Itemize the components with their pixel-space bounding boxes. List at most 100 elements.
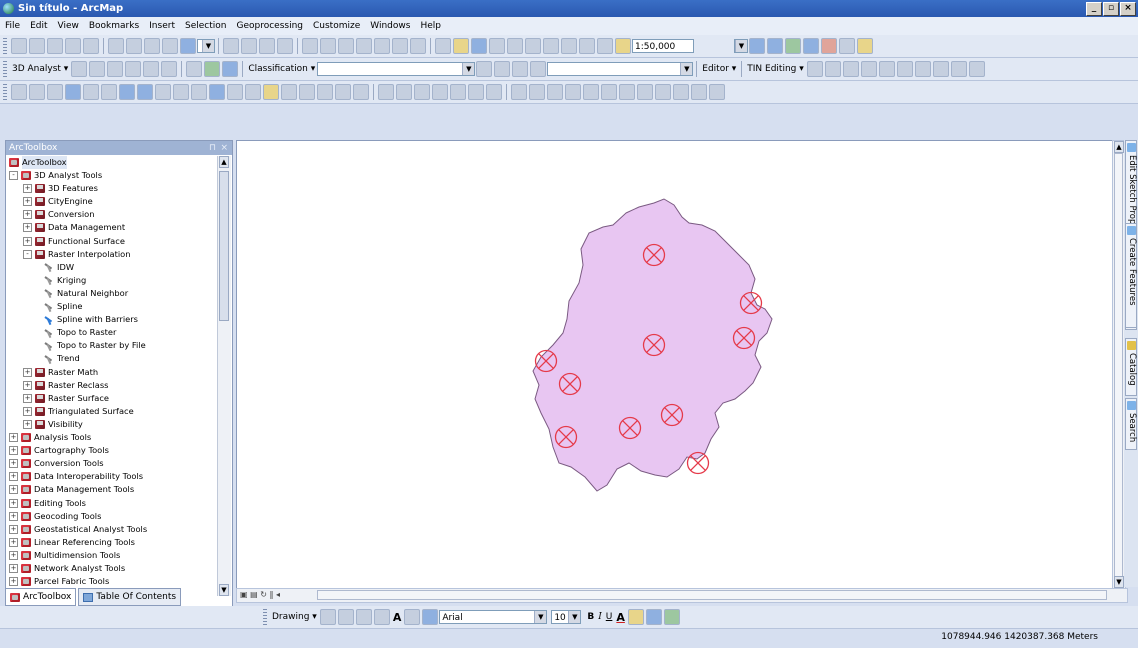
tab-arctoolbox[interactable]: ArcToolbox bbox=[5, 588, 77, 606]
tree-item[interactable]: Topo to Raster bbox=[44, 326, 116, 339]
collapse-icon[interactable]: - bbox=[9, 171, 18, 180]
menu-edit[interactable]: Edit bbox=[25, 17, 52, 35]
3d-tool-icon[interactable] bbox=[143, 61, 160, 77]
tree-root[interactable]: ArcToolbox bbox=[9, 156, 67, 169]
expand-icon[interactable]: + bbox=[9, 446, 18, 456]
hyperlink-icon[interactable] bbox=[227, 84, 243, 100]
tin-tool-icon[interactable] bbox=[950, 61, 967, 77]
arcglobe-icon[interactable] bbox=[222, 61, 239, 77]
scroll-down-icon[interactable]: ▼ bbox=[1114, 576, 1124, 588]
menu-help[interactable]: Help bbox=[415, 17, 446, 35]
expand-icon[interactable]: + bbox=[9, 433, 18, 442]
time-slider-icon[interactable] bbox=[335, 84, 351, 100]
classification-tool-icon[interactable] bbox=[512, 61, 529, 77]
tree-item[interactable]: + Cartography Tools bbox=[9, 444, 109, 457]
rectangle-icon[interactable] bbox=[373, 609, 390, 625]
toc-icon[interactable] bbox=[767, 38, 783, 54]
search-window-icon[interactable] bbox=[803, 38, 819, 54]
topology-icon[interactable] bbox=[691, 84, 707, 100]
marker-color-icon[interactable] bbox=[663, 609, 680, 625]
tree-item[interactable]: - 3D Analyst Tools bbox=[9, 169, 102, 182]
tree-item[interactable]: Kriging bbox=[44, 274, 86, 287]
scale-dropdown[interactable]: ▼ bbox=[734, 39, 748, 53]
pin-icon[interactable]: ⊓ bbox=[206, 141, 216, 155]
classification-tool-icon[interactable] bbox=[530, 61, 547, 77]
tin-editing-dropdown[interactable]: TIN Editing ▾ bbox=[745, 64, 805, 74]
model-builder-icon[interactable] bbox=[857, 38, 873, 54]
tree-item[interactable]: + Triangulated Surface bbox=[23, 405, 134, 418]
python-icon[interactable] bbox=[839, 38, 855, 54]
edit-tool-icon[interactable] bbox=[356, 38, 372, 54]
close-panel-icon[interactable]: × bbox=[217, 141, 228, 155]
georef-tool-icon[interactable] bbox=[11, 38, 27, 54]
minimize-button[interactable]: _ bbox=[1086, 2, 1102, 16]
georef-tool-icon[interactable] bbox=[65, 38, 81, 54]
toolbar-grip[interactable] bbox=[3, 84, 7, 100]
edit-tool-icon[interactable] bbox=[338, 38, 354, 54]
find-icon[interactable] bbox=[281, 84, 297, 100]
spatial-adjust-icon[interactable] bbox=[450, 84, 466, 100]
3d-tool-icon[interactable] bbox=[89, 61, 106, 77]
tab-table-of-contents[interactable]: Table Of Contents bbox=[78, 588, 182, 606]
menu-windows[interactable]: Windows bbox=[365, 17, 415, 35]
save-icon[interactable] bbox=[471, 38, 487, 54]
view-switcher-icons[interactable]: ▣ ▤ ↻ ‖ ◂ bbox=[240, 590, 280, 599]
classification-layer-combo[interactable]: ▼ bbox=[317, 62, 476, 76]
font-color-icon[interactable]: A bbox=[614, 611, 627, 624]
layer-combo[interactable]: ▼ bbox=[197, 39, 215, 53]
identify-icon[interactable] bbox=[209, 84, 225, 100]
tree-item[interactable]: + Data Management Tools bbox=[9, 483, 134, 496]
expand-icon[interactable]: + bbox=[9, 459, 18, 469]
3d-tool-icon[interactable] bbox=[71, 61, 88, 77]
scroll-thumb[interactable] bbox=[1114, 153, 1123, 578]
tree-item[interactable]: + Visibility bbox=[23, 418, 83, 431]
menu-customize[interactable]: Customize bbox=[308, 17, 365, 35]
menu-insert[interactable]: Insert bbox=[144, 17, 180, 35]
layout-icon[interactable] bbox=[277, 38, 293, 54]
tree-item[interactable]: Trend bbox=[44, 352, 80, 365]
go-to-xy-icon[interactable] bbox=[317, 84, 333, 100]
edit-tool-icon[interactable] bbox=[374, 38, 390, 54]
tree-item[interactable]: Spline bbox=[44, 300, 83, 313]
scroll-up-icon[interactable]: ▲ bbox=[1114, 141, 1124, 153]
scale-combo[interactable]: 1:50,000 bbox=[632, 39, 694, 53]
tree-item[interactable]: + Conversion bbox=[23, 208, 95, 221]
expand-icon[interactable]: + bbox=[9, 511, 18, 521]
spatial-adjust-icon[interactable] bbox=[396, 84, 412, 100]
expand-icon[interactable]: + bbox=[9, 564, 18, 573]
fixed-zoom-out-icon[interactable] bbox=[101, 84, 117, 100]
arctoolbox-icon[interactable] bbox=[821, 38, 837, 54]
tin-tool-icon[interactable] bbox=[968, 61, 985, 77]
classification-dropdown[interactable]: Classification ▾ bbox=[246, 64, 317, 74]
edit-tool-icon[interactable] bbox=[302, 38, 318, 54]
classification-tool-icon[interactable] bbox=[476, 61, 493, 77]
expand-icon[interactable]: + bbox=[9, 485, 18, 495]
3d-tool-icon[interactable] bbox=[125, 61, 142, 77]
spatial-adjust-icon[interactable] bbox=[432, 84, 448, 100]
tree-item[interactable]: + Linear Referencing Tools bbox=[9, 536, 135, 549]
edit-tool-icon[interactable] bbox=[320, 38, 336, 54]
editor-dropdown[interactable]: Editor ▾ bbox=[700, 64, 738, 74]
toolbar-grip[interactable] bbox=[3, 38, 7, 54]
profile-graph-icon[interactable] bbox=[186, 61, 203, 77]
menu-bookmarks[interactable]: Bookmarks bbox=[84, 17, 144, 35]
scroll-thumb[interactable] bbox=[317, 590, 1107, 600]
tin-tool-icon[interactable] bbox=[896, 61, 913, 77]
undo-icon[interactable] bbox=[579, 38, 595, 54]
spatial-adjust-icon[interactable] bbox=[378, 84, 394, 100]
drawing-dropdown[interactable]: Drawing ▾ bbox=[270, 612, 319, 622]
tree-item[interactable]: +3D Features bbox=[23, 182, 98, 195]
arcscene-icon[interactable] bbox=[204, 61, 221, 77]
topology-icon[interactable] bbox=[619, 84, 635, 100]
redo-icon[interactable] bbox=[597, 38, 613, 54]
menu-file[interactable]: File bbox=[0, 17, 25, 35]
menu-geoprocessing[interactable]: Geoprocessing bbox=[231, 17, 308, 35]
menu-selection[interactable]: Selection bbox=[180, 17, 231, 35]
font-icon[interactable] bbox=[422, 609, 439, 625]
map-display[interactable] bbox=[236, 140, 1114, 589]
tree-item[interactable]: + Conversion Tools bbox=[9, 457, 104, 470]
spatial-adjust-icon[interactable] bbox=[468, 84, 484, 100]
3d-tool-icon[interactable] bbox=[107, 61, 124, 77]
forward-extent-icon[interactable] bbox=[137, 84, 153, 100]
delete-icon[interactable] bbox=[561, 38, 577, 54]
